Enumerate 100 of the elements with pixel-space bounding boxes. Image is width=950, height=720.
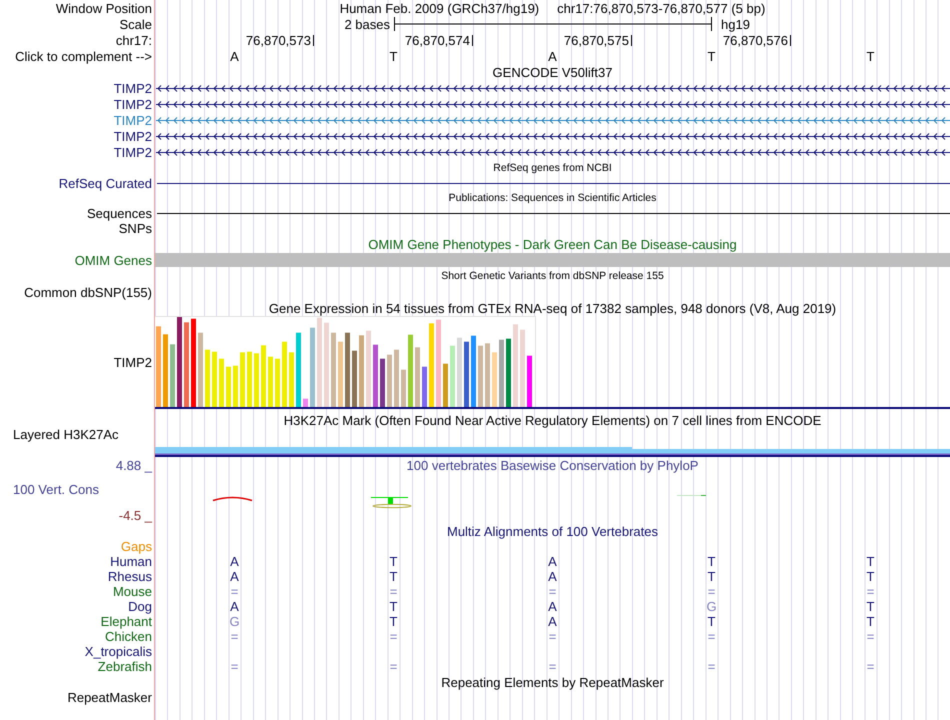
alignment-base: = xyxy=(708,584,716,599)
gene-label[interactable]: TIMP2 xyxy=(114,144,152,160)
alignment-base: G xyxy=(706,599,717,614)
track-title: Gene Expression in 54 tissues from GTEx RNA-seq of 17382 samples, 948 donors (V8, Aug 2019) xyxy=(268,300,836,316)
alignment-base: = xyxy=(390,659,398,674)
base-letter: T xyxy=(866,48,874,64)
coordinate-label: 76,870,575 xyxy=(564,32,629,48)
row-label: chr17: xyxy=(116,32,152,48)
track-label[interactable]: TIMP2 xyxy=(114,355,152,370)
track-title: RefSeq genes from NCBI xyxy=(493,162,612,174)
species-label[interactable]: Zebrafish xyxy=(98,659,152,674)
alignment-base: = xyxy=(230,584,238,599)
alignment-base: = xyxy=(548,584,556,599)
alignment-base: = xyxy=(866,584,874,599)
alignment-base: T xyxy=(708,554,716,569)
track-label[interactable]: OMIM Genes xyxy=(74,253,152,268)
alignment-base: = xyxy=(866,659,874,674)
scale-text: 2 bases xyxy=(344,16,390,32)
row-label: Scale xyxy=(119,16,152,32)
track-title: Short Genetic Variants from dbSNP release 155 xyxy=(441,270,664,282)
gene-label[interactable]: TIMP2 xyxy=(114,128,152,144)
expression-bar xyxy=(240,352,245,407)
track-title: Multiz Alignments of 100 Vertebrates xyxy=(446,524,658,538)
expression-bar xyxy=(275,358,280,407)
species-label[interactable]: Rhesus xyxy=(108,569,152,584)
expression-bar xyxy=(359,335,364,407)
expression-bar xyxy=(464,342,469,407)
expression-bar xyxy=(485,343,490,407)
alignment-base: A xyxy=(230,554,239,569)
expression-bar xyxy=(282,342,287,407)
ruler-tick xyxy=(313,34,314,46)
axis-max-label: 4.88 _ xyxy=(116,458,152,472)
track-title: Repeating Elements by RepeatMasker xyxy=(441,674,664,690)
expression-bar xyxy=(233,366,238,407)
coordinate-label: 76,870,574 xyxy=(404,32,470,48)
alignment-base: T xyxy=(390,554,398,569)
expression-bar xyxy=(254,353,259,407)
species-label[interactable]: Mouse xyxy=(112,584,152,599)
species-label[interactable]: Chicken xyxy=(105,629,152,644)
expression-bar xyxy=(471,336,476,407)
gene-label[interactable]: TIMP2 xyxy=(114,80,152,96)
alignment-base: G xyxy=(229,614,240,629)
expression-bar xyxy=(443,364,448,407)
expression-bar xyxy=(450,346,455,407)
alignment-base: = xyxy=(548,629,556,644)
alignment-base: = xyxy=(708,659,716,674)
expression-bar xyxy=(394,350,399,407)
expression-bar xyxy=(478,346,483,407)
expression-bar xyxy=(170,344,175,407)
expression-bar xyxy=(415,347,420,407)
coordinate-label: 76,870,573 xyxy=(246,32,311,48)
track-label[interactable]: Sequences xyxy=(86,206,152,220)
track-title: 100 vertebrates Basewise Conservation by PhyloP xyxy=(406,458,698,472)
coordinate-label: 76,870,576 xyxy=(722,32,788,48)
expression-bar xyxy=(492,352,497,407)
ruler-tick xyxy=(631,34,632,46)
alignment-base: = xyxy=(390,629,398,644)
gene-label[interactable]: TIMP2 xyxy=(114,96,152,112)
complement-label[interactable]: Click to complement --> xyxy=(15,48,152,64)
expression-bar xyxy=(380,358,385,407)
expression-bar xyxy=(527,356,532,407)
alignment-base: A xyxy=(548,554,557,569)
species-label[interactable]: Human xyxy=(110,554,152,569)
gene-label[interactable]: TIMP2 xyxy=(114,112,152,128)
track-label[interactable]: 100 Vert. Cons xyxy=(13,482,99,496)
alignment-base: = xyxy=(866,629,874,644)
alignment-base: A xyxy=(548,569,557,584)
track-label[interactable]: Common dbSNP(155) xyxy=(24,284,152,300)
alignment-base: = xyxy=(230,659,238,674)
alignment-base: T xyxy=(866,614,874,629)
expression-bar xyxy=(212,352,217,407)
alignment-base: = xyxy=(548,659,556,674)
track-label[interactable]: RepeatMasker xyxy=(67,690,152,704)
expression-bar xyxy=(338,342,343,407)
ruler-tick xyxy=(790,34,791,46)
ruler-tick xyxy=(472,34,473,46)
expression-bar xyxy=(401,370,406,407)
species-label[interactable]: Elephant xyxy=(100,614,152,629)
expression-bar xyxy=(506,338,511,407)
expression-bar xyxy=(205,350,210,407)
expression-bar xyxy=(268,356,273,407)
alignment-base: T xyxy=(390,569,398,584)
track-title: OMIM Gene Phenotypes - Dark Green Can Be Disease-causing xyxy=(368,237,737,252)
track-title: H3K27Ac Mark (Often Found Near Active Regulatory Elements) on 7 cell lines from ENCODE xyxy=(284,412,822,428)
species-label[interactable]: Dog xyxy=(128,599,152,614)
species-label[interactable]: X_tropicalis xyxy=(84,644,152,659)
alignment-base: T xyxy=(866,599,874,614)
conservation-glyph xyxy=(370,497,412,508)
conservation-tick xyxy=(676,495,706,496)
track-label[interactable]: Layered H3K27Ac xyxy=(13,426,119,442)
alignment-base: = xyxy=(390,584,398,599)
alignment-base: T xyxy=(708,614,716,629)
expression-bar xyxy=(499,340,504,407)
genome-position: chr17:76,870,573-76,870,577 (5 bp) xyxy=(557,0,766,16)
expression-bar xyxy=(226,366,231,407)
expression-bar xyxy=(352,350,357,407)
alignment-base: = xyxy=(708,629,716,644)
track-label[interactable]: RefSeq Curated xyxy=(58,176,152,190)
expression-bar xyxy=(247,352,252,407)
track-label[interactable]: SNPs xyxy=(118,220,152,236)
